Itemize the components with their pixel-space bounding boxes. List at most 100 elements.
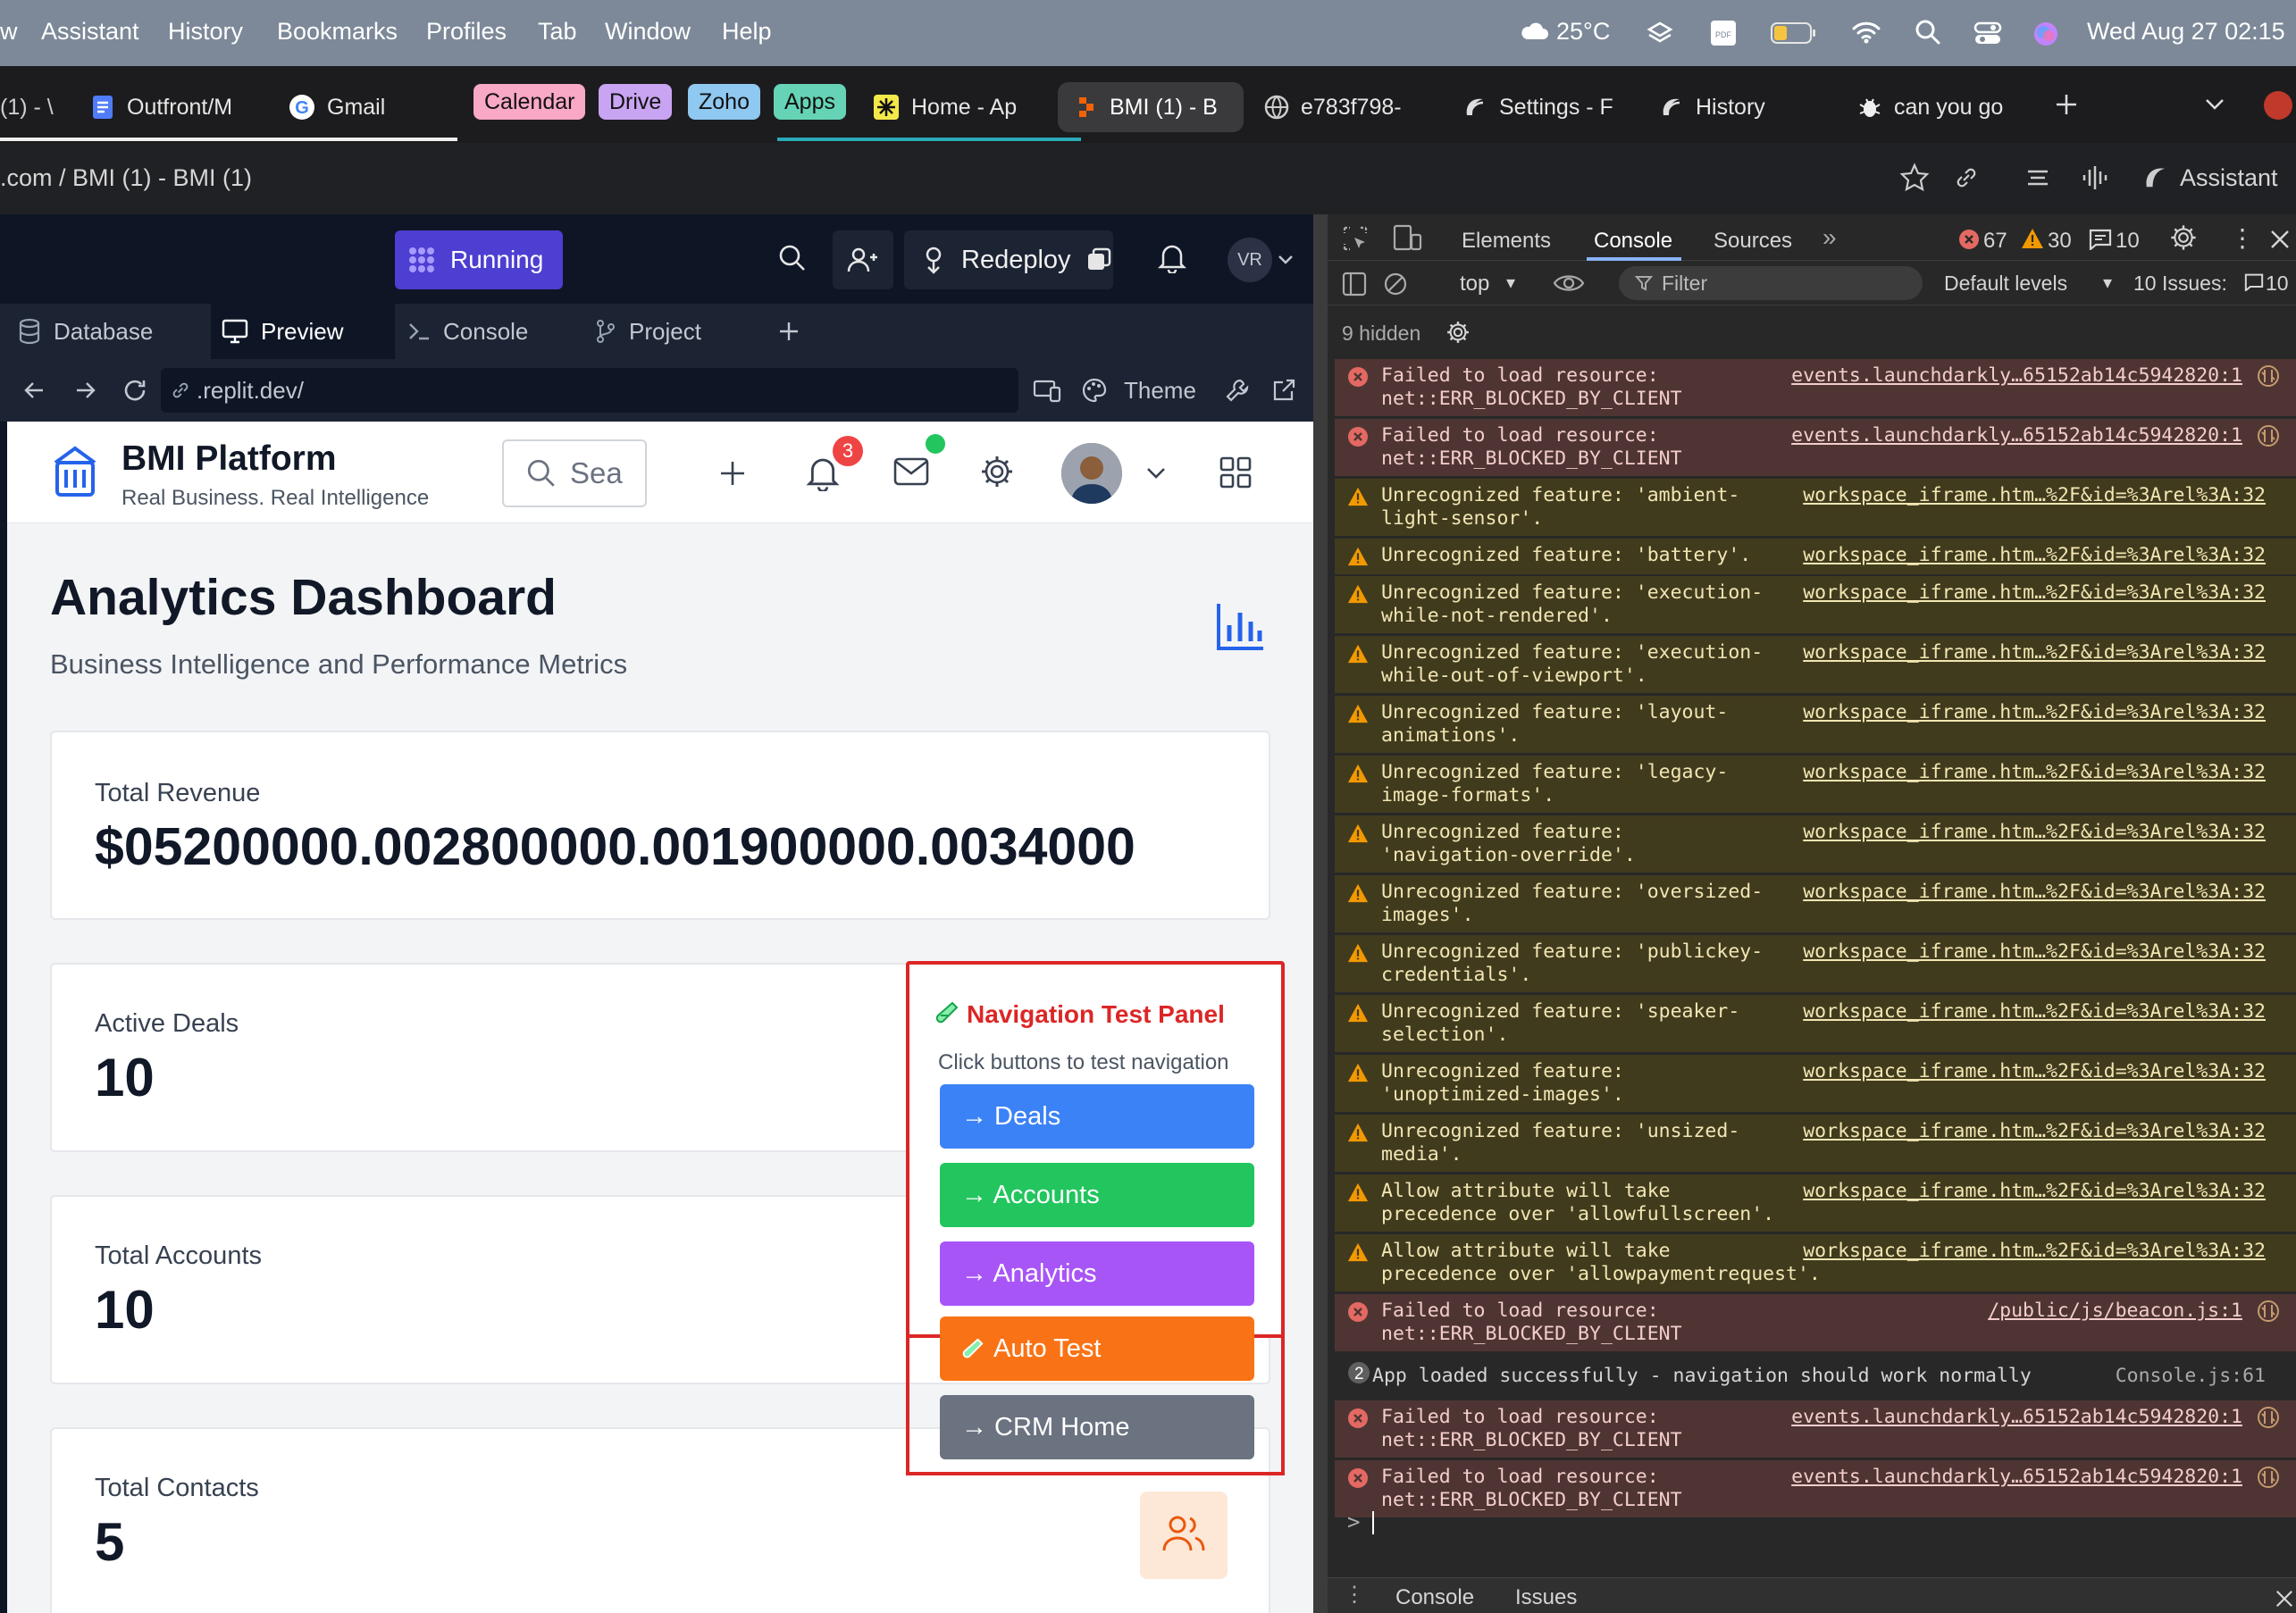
menu-item-tab[interactable]: Tab <box>538 18 577 46</box>
log-source-link[interactable]: workspace_iframe.htm…%2F&id=%3Arel%3A:32 <box>1803 484 2266 507</box>
devtools-resize-handle[interactable] <box>1313 214 1328 1613</box>
devtools-tab-sources[interactable]: Sources <box>1714 229 1792 254</box>
log-source-link[interactable]: workspace_iframe.htm…%2F&id=%3Arel%3A:32 <box>1803 544 2266 567</box>
device-toolbar-icon[interactable] <box>1392 223 1422 252</box>
log-source-link[interactable]: events.launchdarkly…65152ab14c5942820:1 <box>1791 424 2242 447</box>
console-log-row[interactable]: Failed to load resource: net::ERR_BLOCKE… <box>1335 1294 2296 1351</box>
tab-list-chevron-icon[interactable] <box>2203 95 2226 113</box>
tab-item[interactable]: Outfront/M <box>89 82 268 132</box>
log-source-link[interactable]: workspace_iframe.htm…%2F&id=%3Arel%3A:32 <box>1803 581 2266 605</box>
menu-item-window-partial[interactable]: w <box>0 18 18 46</box>
log-source-link[interactable]: workspace_iframe.htm…%2F&id=%3Arel%3A:32 <box>1803 940 2266 964</box>
network-request-icon[interactable] <box>2257 1406 2280 1429</box>
menu-item-assistant[interactable]: Assistant <box>41 18 139 46</box>
console-log-row[interactable]: Failed to load resource: net::ERR_BLOCKE… <box>1335 419 2296 476</box>
search-input[interactable]: Sea <box>502 439 647 507</box>
brand-name[interactable]: BMI Platform <box>122 439 337 479</box>
console-log-row[interactable]: Unrecognized feature: 'execution- while-… <box>1335 636 2296 693</box>
notifications-bell-icon[interactable] <box>1158 241 1186 273</box>
back-arrow-icon[interactable] <box>23 379 46 402</box>
close-icon[interactable] <box>2275 1589 2294 1609</box>
tab-project[interactable]: Project <box>582 304 756 359</box>
bar-chart-icon[interactable] <box>1215 600 1265 652</box>
context-selector[interactable]: top <box>1460 272 1489 297</box>
clock-datetime[interactable]: Wed Aug 27 02:15 <box>2087 18 2285 46</box>
tab-item[interactable]: G Gmail <box>288 82 448 132</box>
tab-item[interactable]: Settings - F <box>1462 82 1626 132</box>
nav-analytics-button[interactable]: → Analytics <box>940 1241 1254 1306</box>
menu-item-profiles[interactable]: Profiles <box>426 18 507 46</box>
forward-arrow-icon[interactable] <box>73 379 96 402</box>
new-tab-plus-icon[interactable] <box>2053 91 2080 118</box>
issues-label[interactable]: 10 Issues: <box>2133 272 2227 296</box>
control-center-icon[interactable] <box>1973 18 2003 48</box>
sidebar-toggle-icon[interactable] <box>1342 272 1367 297</box>
layers-icon[interactable] <box>1646 20 1674 48</box>
settings-gear-icon[interactable] <box>2169 223 2198 252</box>
menu-item-help[interactable]: Help <box>722 18 772 46</box>
bookmark-pill-drive[interactable]: Drive <box>599 84 673 120</box>
log-source-link[interactable]: workspace_iframe.htm…%2F&id=%3Arel%3A:32 <box>1803 1000 2266 1024</box>
drawer-tab-issues[interactable]: Issues <box>1515 1585 1577 1610</box>
console-log-row[interactable]: 2 App loaded successfully - navigation sh… <box>1335 1354 2296 1399</box>
console-log-row[interactable]: Failed to load resource: net::ERR_BLOCKE… <box>1335 359 2296 416</box>
levels-dropdown-icon[interactable]: ▾ <box>2103 272 2112 294</box>
inspect-element-icon[interactable] <box>1342 225 1369 252</box>
open-external-icon[interactable] <box>1270 377 1297 404</box>
console-input-caret[interactable] <box>1372 1511 1374 1534</box>
console-log-row[interactable]: Unrecognized feature: 'unoptimized-image… <box>1335 1055 2296 1112</box>
log-source-link[interactable]: workspace_iframe.htm…%2F&id=%3Arel%3A:32 <box>1803 1060 2266 1083</box>
menu-item-history[interactable]: History <box>168 18 243 46</box>
nav-crm-home-button[interactable]: → CRM Home <box>940 1395 1254 1459</box>
info-count[interactable]: 10 <box>2116 229 2140 254</box>
tab-console[interactable]: Console <box>398 304 575 359</box>
add-plus-icon[interactable] <box>718 459 747 488</box>
console-log-row[interactable]: Unrecognized feature: 'layout- animation… <box>1335 696 2296 753</box>
network-request-icon[interactable] <box>2257 1466 2280 1489</box>
console-log-row[interactable]: Allow attribute will take precedence ove… <box>1335 1234 2296 1291</box>
drawer-tab-console[interactable]: Console <box>1395 1585 1474 1610</box>
add-tab-plus-icon[interactable] <box>777 320 800 343</box>
console-log-row[interactable]: Unrecognized feature: 'oversized- images… <box>1335 875 2296 932</box>
nav-deals-button[interactable]: → Deals <box>940 1084 1254 1149</box>
assistant-icon[interactable] <box>2141 163 2171 193</box>
building-logo-icon[interactable] <box>48 443 102 500</box>
log-source-link[interactable]: events.launchdarkly…65152ab14c5942820:1 <box>1791 364 2242 388</box>
console-filter-input[interactable]: Filter <box>1619 266 1923 300</box>
log-source-link[interactable]: workspace_iframe.htm…%2F&id=%3Arel%3A:32 <box>1803 1120 2266 1143</box>
log-source-link[interactable]: workspace_iframe.htm…%2F&id=%3Arel%3A:32 <box>1803 881 2266 904</box>
url-text[interactable]: .com / BMI (1) - BMI (1) <box>0 164 252 192</box>
apps-grid-icon[interactable] <box>1219 455 1253 489</box>
tab-item[interactable]: Home - Ap <box>872 82 1033 132</box>
theme-button[interactable]: Theme <box>1124 377 1196 405</box>
log-source-link[interactable]: workspace_iframe.htm…%2F&id=%3Arel%3A:32 <box>1803 641 2266 664</box>
devices-icon[interactable] <box>1033 379 1061 404</box>
log-source-link[interactable]: workspace_iframe.htm…%2F&id=%3Arel%3A:32 <box>1803 701 2266 724</box>
tab-item[interactable]: History <box>1658 82 1828 132</box>
reader-mode-icon[interactable] <box>2024 164 2051 191</box>
weather-cloud-icon[interactable] <box>1519 18 1551 45</box>
palette-icon[interactable] <box>1081 377 1108 404</box>
log-source-link[interactable]: events.launchdarkly…65152ab14c5942820:1 <box>1791 1466 2242 1489</box>
tab-item[interactable]: (1) - \ <box>0 82 63 132</box>
tab-item-active[interactable]: BMI (1) - B <box>1058 82 1244 132</box>
reload-icon[interactable] <box>122 377 148 404</box>
user-avatar[interactable] <box>1061 443 1122 504</box>
preview-url-field[interactable]: .replit.dev/ <box>161 368 1018 413</box>
user-avatar[interactable]: VR <box>1228 238 1272 282</box>
console-log-row[interactable]: Unrecognized feature: 'execution- while-… <box>1335 576 2296 633</box>
auto-test-button[interactable]: Auto Test <box>940 1316 1254 1381</box>
bookmark-pill-calendar[interactable]: Calendar <box>473 84 586 120</box>
clear-console-icon[interactable] <box>1383 272 1408 297</box>
more-tabs-chevron-icon[interactable]: » <box>1823 223 1837 252</box>
audio-waveform-icon[interactable] <box>2080 163 2110 193</box>
redeploy-button[interactable]: Redeploy <box>904 230 1113 289</box>
live-expression-eye-icon[interactable] <box>1553 272 1585 295</box>
wifi-icon[interactable] <box>1851 20 1881 45</box>
console-log-row[interactable]: Allow attribute will take precedence ove… <box>1335 1174 2296 1232</box>
bookmark-star-icon[interactable] <box>1899 163 1930 193</box>
issues-count[interactable]: 10 <box>2266 272 2289 296</box>
tab-preview[interactable]: Preview <box>211 304 395 359</box>
nav-accounts-button[interactable]: → Accounts <box>940 1163 1254 1227</box>
bookmark-pill-apps[interactable]: Apps <box>774 84 846 120</box>
